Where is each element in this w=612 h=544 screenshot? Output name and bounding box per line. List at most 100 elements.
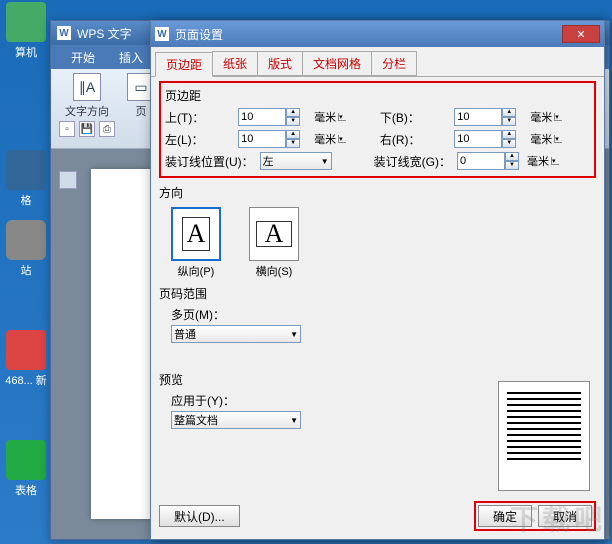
margin-right-spinner[interactable]: ▲▼ [454,130,518,148]
qat-new-icon[interactable]: ▫ [59,121,75,137]
desktop-icon[interactable]: 表格 [2,440,50,498]
dialog-tabs: 页边距 纸张 版式 文档网格 分栏 [151,47,604,77]
desktop-icon[interactable]: 站 [2,220,50,278]
desktop-icon-label: 站 [21,265,32,277]
tab-layout[interactable]: 版式 [257,51,303,76]
chevron-down-icon: ▾ [554,113,562,121]
gutter-position-combo[interactable]: 左▼ [260,152,332,170]
default-button[interactable]: 默认(D)... [159,505,240,527]
margin-right-input[interactable] [454,130,502,148]
spin-down-icon[interactable]: ▼ [505,161,519,170]
margin-top-spinner[interactable]: ▲▼ [238,108,302,126]
spin-up-icon[interactable]: ▲ [286,130,300,139]
orientation-label: 纵向(P) [178,266,215,278]
chevron-down-icon: ▼ [290,330,298,339]
spin-down-icon[interactable]: ▼ [286,117,300,126]
chevron-down-icon: ▾ [338,135,346,143]
dialog-titlebar[interactable]: W 页面设置 ✕ [151,21,604,47]
margin-bottom-spinner[interactable]: ▲▼ [454,108,518,126]
orientation-label: 横向(S) [256,266,293,278]
apply-to-combo[interactable]: 整篇文档 ▼ [171,411,301,429]
tab-columns[interactable]: 分栏 [371,51,417,76]
chevron-down-icon: ▼ [321,157,329,166]
unit-combo[interactable]: 毫米▾ [314,131,374,147]
orientation-group-label: 方向 [159,184,596,201]
multipage-label: 多页(M)： [171,306,596,323]
gutter-width-spinner[interactable]: ▲▼ [457,152,521,170]
unit-label: 毫米 [314,131,336,147]
combo-value: 左 [263,153,274,169]
side-panel [59,171,79,193]
margin-bottom-input[interactable] [454,108,502,126]
spin-up-icon[interactable]: ▲ [286,108,300,117]
orientation-portrait[interactable]: A 纵向(P) [171,207,221,279]
desktop-icon[interactable]: 格 [2,150,50,208]
margin-left-spinner[interactable]: ▲▼ [238,130,302,148]
wps-title: WPS 文字 [77,25,132,42]
unit-combo[interactable]: 毫米▾ [527,153,559,169]
spin-down-icon[interactable]: ▼ [502,139,516,148]
unit-combo[interactable]: 毫米▾ [530,131,590,147]
desktop-icon-label: 468... 新 [5,375,47,387]
gutter-width-label: 装订线宽(G)： [374,153,451,170]
tool-label: 页 [136,103,147,119]
unit-combo[interactable]: 毫米▾ [314,109,374,125]
pagerange-group-label: 页码范围 [159,285,596,302]
chevron-down-icon: ▾ [554,135,562,143]
gutter-width-input[interactable] [457,152,505,170]
desktop-icon-label: 格 [21,195,32,207]
tab-grid[interactable]: 文档网格 [302,51,372,76]
desktop-icon[interactable]: 468... 新 [2,330,50,388]
preview-thumbnail [498,381,590,491]
margin-top-input[interactable] [238,108,286,126]
cancel-button[interactable]: 取消 [538,505,592,527]
wps-logo-icon: W [57,26,71,40]
sidepanel-item[interactable] [59,171,77,189]
spin-down-icon[interactable]: ▼ [502,117,516,126]
tool-label: 文字方向 [65,103,109,119]
margin-top-label: 上(T)： [165,109,232,126]
ribbon-tab-start[interactable]: 开始 [59,46,107,69]
margin-left-label: 左(L)： [165,131,232,148]
spin-up-icon[interactable]: ▲ [505,152,519,161]
dialog-icon: W [155,27,169,41]
orientation-landscape[interactable]: A 横向(S) [249,207,299,279]
spin-up-icon[interactable]: ▲ [502,108,516,117]
chevron-down-icon: ▼ [290,416,298,425]
margin-left-input[interactable] [238,130,286,148]
gutter-row: 装订线位置(U)： 左▼ 装订线宽(G)： ▲▼ 毫米▾ [165,152,590,170]
ok-cancel-highlight: 确定 取消 [474,501,596,531]
unit-combo[interactable]: 毫米▾ [530,109,590,125]
unit-label: 毫米 [527,153,549,169]
page-setup-dialog: W 页面设置 ✕ 页边距 纸张 版式 文档网格 分栏 页边距 上(T)： ▲▼ … [150,20,605,540]
close-button[interactable]: ✕ [562,25,600,43]
dialog-title: 页面设置 [175,26,223,43]
portrait-icon: A [171,207,221,261]
multipage-combo[interactable]: 普通 ▼ [171,325,301,343]
spin-up-icon[interactable]: ▲ [502,130,516,139]
combo-value: 整篇文档 [174,412,218,428]
unit-label: 毫米 [314,109,336,125]
spin-down-icon[interactable]: ▼ [286,139,300,148]
desktop-icon-label: 算机 [15,47,37,59]
combo-value: 普通 [174,326,196,342]
margins-highlight: 页边距 上(T)： ▲▼ 毫米▾ 下(B)： ▲▼ 毫米▾ 左(L)： ▲▼ 毫… [159,81,596,178]
chevron-down-icon: ▾ [551,157,559,165]
desktop-icon-label: 表格 [15,485,37,497]
chevron-down-icon: ▾ [338,113,346,121]
ribbon-tab-insert[interactable]: 插入 [107,46,155,69]
desktop-icon[interactable]: 算机 [2,2,50,60]
tool-group-text-direction[interactable]: ∥A 文字方向 ▫ 💾 ⎙ [59,73,115,144]
margin-bottom-label: 下(B)： [380,109,448,126]
qat-print-icon[interactable]: ⎙ [99,121,115,137]
unit-label: 毫米 [530,109,552,125]
orientation-row: A 纵向(P) A 横向(S) [171,207,596,279]
tab-margin[interactable]: 页边距 [155,52,213,77]
dialog-body: 页边距 上(T)： ▲▼ 毫米▾ 下(B)： ▲▼ 毫米▾ 左(L)： ▲▼ 毫… [151,77,604,437]
text-direction-icon: ∥A [73,73,101,101]
margins-grid: 上(T)： ▲▼ 毫米▾ 下(B)： ▲▼ 毫米▾ 左(L)： ▲▼ 毫米▾ 右… [165,108,590,148]
ok-button[interactable]: 确定 [478,505,532,527]
gutter-position-label: 装订线位置(U)： [165,153,254,170]
qat-save-icon[interactable]: 💾 [79,121,95,137]
tab-paper[interactable]: 纸张 [212,51,258,76]
